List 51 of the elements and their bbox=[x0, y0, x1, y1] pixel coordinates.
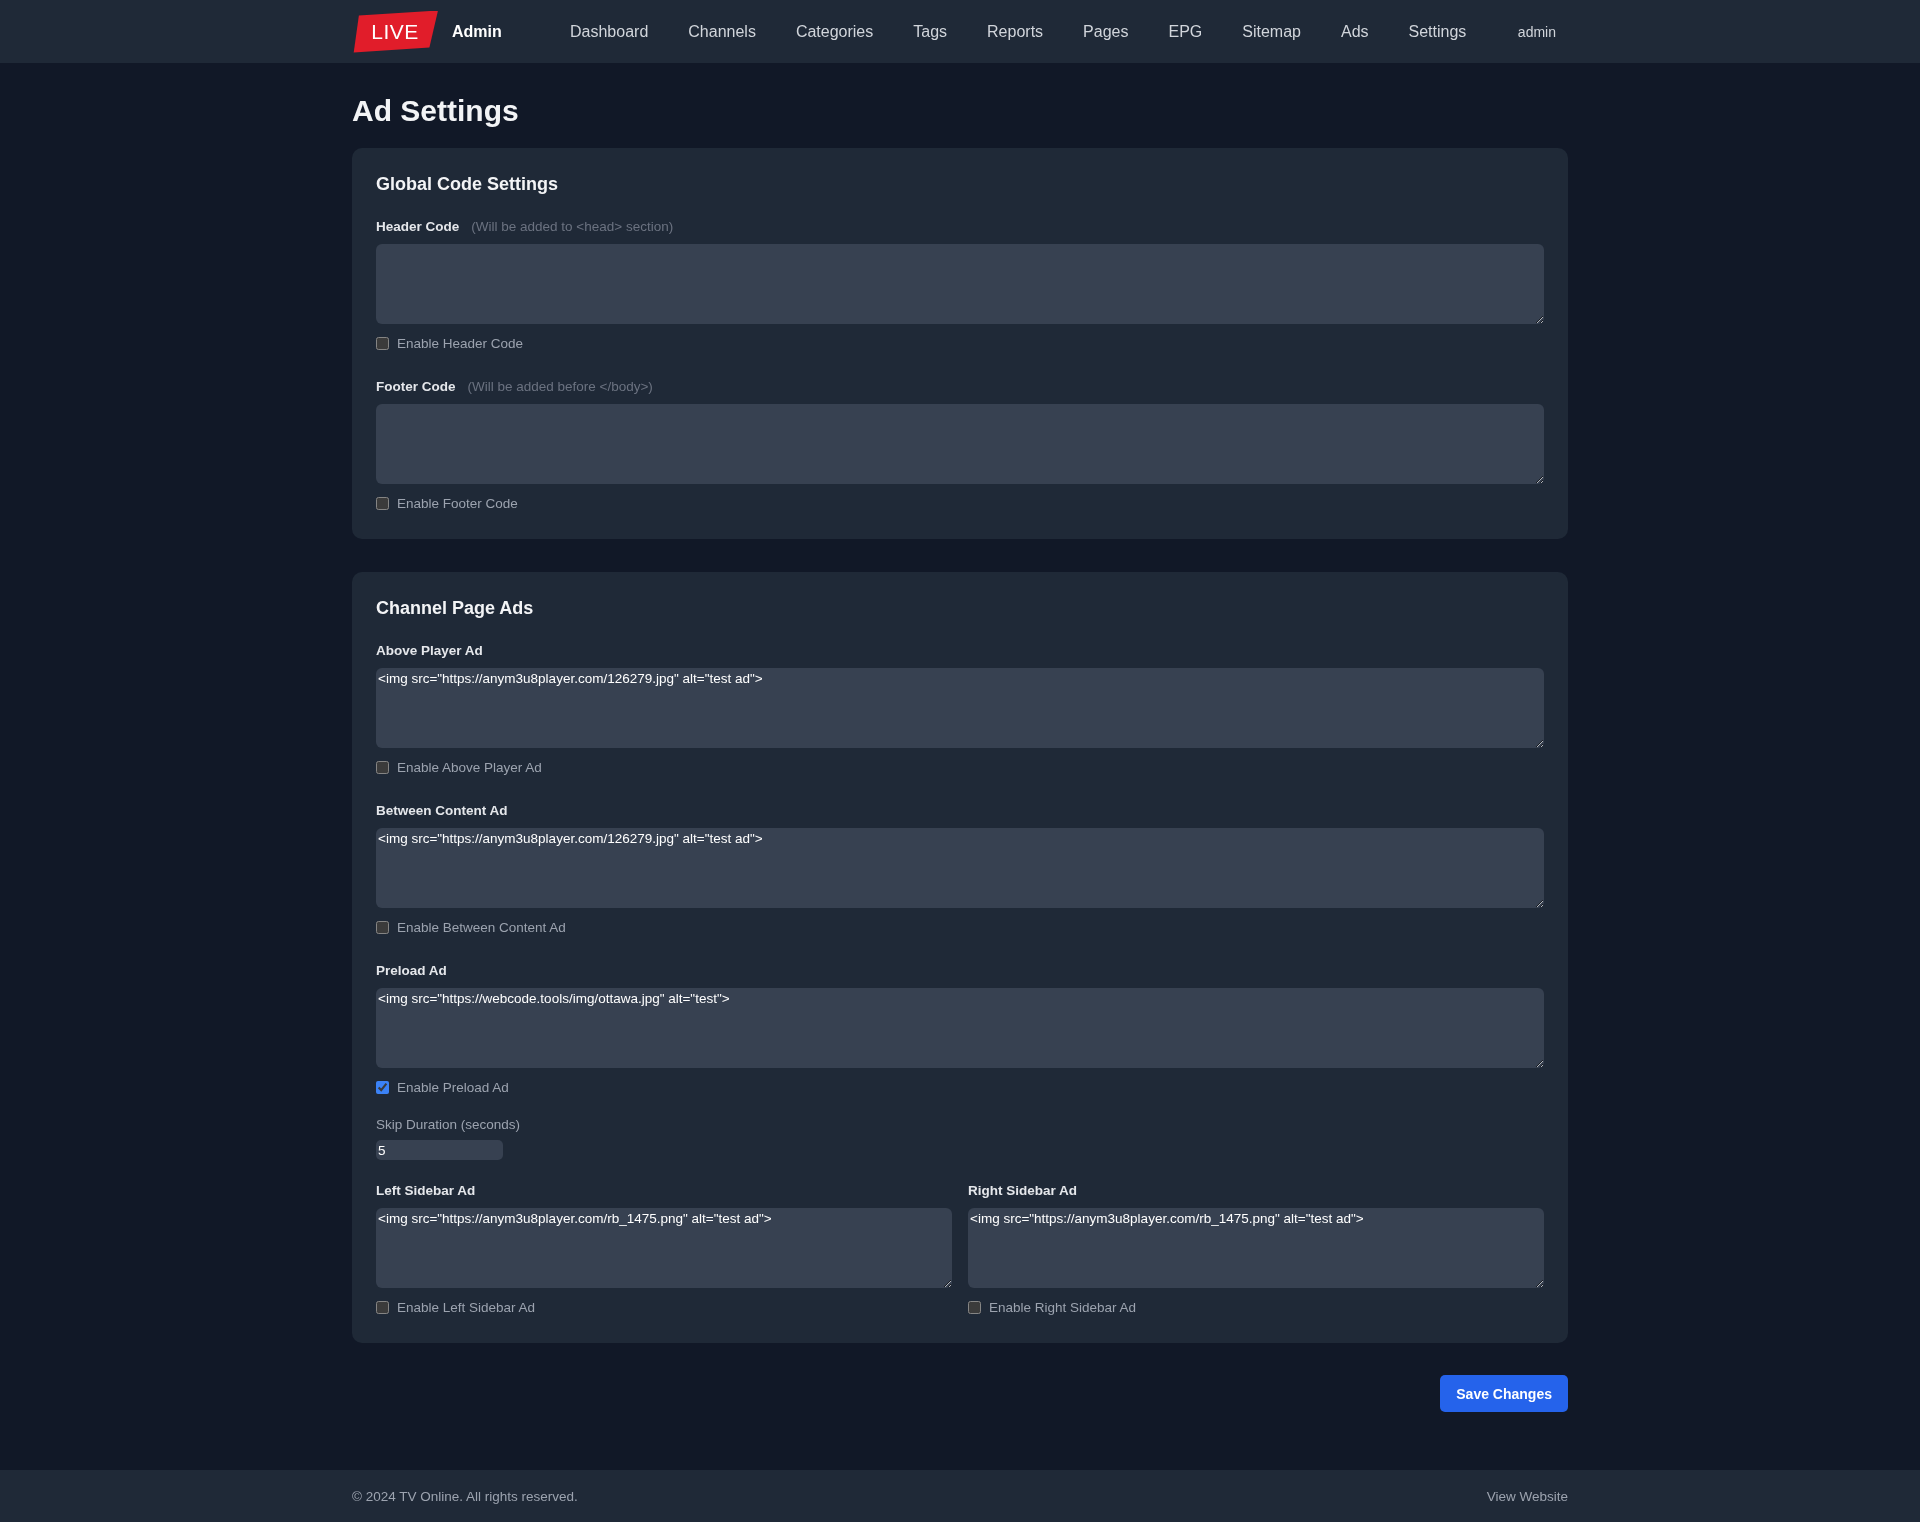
save-button[interactable]: Save Changes bbox=[1440, 1375, 1568, 1412]
checkbox[interactable] bbox=[968, 1300, 981, 1314]
section-title: Global Code Settings bbox=[376, 173, 559, 196]
section-title: Channel Page Ads bbox=[376, 597, 535, 620]
field-hint: (Will be added to <head> section) bbox=[471, 219, 674, 234]
nav-link[interactable]: Reports bbox=[987, 22, 1044, 41]
field-hint: (Will be added before </body>) bbox=[467, 379, 653, 394]
code-field[interactable]: <img src="https://anym3u8player.com/126279.jpg" alt="test ad"> bbox=[376, 668, 1544, 748]
number-field[interactable]: 5 bbox=[376, 1140, 503, 1160]
code-field[interactable]: <img src="https://webcode.tools/img/ottawa.jpg" alt="test"> bbox=[376, 988, 1544, 1068]
checkbox-label: Enable Footer Code bbox=[397, 495, 518, 511]
code-field[interactable] bbox=[376, 244, 1544, 324]
nav-link[interactable]: Settings bbox=[1408, 22, 1467, 41]
checkbox-label: Enable Right Sidebar Ad bbox=[989, 1299, 1137, 1315]
nav-link[interactable]: EPG bbox=[1168, 22, 1203, 41]
field-label: Skip Duration (seconds) bbox=[376, 1116, 522, 1134]
checkbox[interactable] bbox=[376, 760, 389, 774]
code-field[interactable]: <img src="https://anym3u8player.com/126279.jpg" alt="test ad"> bbox=[376, 828, 1544, 908]
nav-link[interactable]: Categories bbox=[795, 22, 874, 41]
field-label: Above Player Ad bbox=[376, 643, 483, 658]
copyright-text: © 2024 TV Online. All rights reserved. bbox=[352, 1488, 578, 1504]
field-label: Between Content Ad bbox=[376, 803, 508, 818]
nav-link[interactable]: Dashboard bbox=[570, 22, 649, 41]
code-field[interactable] bbox=[376, 404, 1544, 484]
nav-link[interactable]: Sitemap bbox=[1242, 22, 1301, 41]
checkbox-label: Enable Above Player Ad bbox=[397, 759, 542, 775]
field-label: Header Code bbox=[376, 219, 460, 234]
nav-link[interactable]: Channels bbox=[688, 22, 756, 41]
checkbox-label: Enable Left Sidebar Ad bbox=[397, 1299, 536, 1315]
checkbox[interactable] bbox=[376, 496, 389, 510]
logo[interactable]: LIVE bbox=[352, 10, 438, 53]
field-label: Right Sidebar Ad bbox=[968, 1183, 1077, 1198]
nav-link[interactable]: Ads bbox=[1340, 22, 1369, 41]
checkbox[interactable] bbox=[376, 336, 389, 350]
field-label: Preload Ad bbox=[376, 963, 447, 978]
checkbox[interactable] bbox=[376, 1080, 389, 1094]
user-link[interactable]: admin bbox=[1517, 23, 1556, 40]
checkbox-label: Enable Preload Ad bbox=[397, 1079, 509, 1095]
code-field[interactable]: <img src="https://anym3u8player.com/rb_1475.png" alt="test ad"> bbox=[376, 1208, 952, 1288]
nav-link[interactable]: Pages bbox=[1083, 22, 1129, 41]
brand-link[interactable]: Admin bbox=[452, 22, 502, 41]
field-label: Footer Code bbox=[376, 379, 456, 394]
checkbox-label: Enable Header Code bbox=[397, 335, 524, 351]
page-title: Ad Settings bbox=[352, 93, 520, 129]
checkbox-label: Enable Between Content Ad bbox=[397, 919, 566, 935]
nav-link[interactable]: Tags bbox=[913, 22, 948, 41]
checkbox[interactable] bbox=[376, 1300, 389, 1314]
code-field[interactable]: <img src="https://anym3u8player.com/rb_1475.png" alt="test ad"> bbox=[968, 1208, 1544, 1288]
checkbox[interactable] bbox=[376, 920, 389, 934]
view-website-link[interactable]: View Website bbox=[1486, 1488, 1568, 1504]
field-label: Left Sidebar Ad bbox=[376, 1183, 476, 1198]
